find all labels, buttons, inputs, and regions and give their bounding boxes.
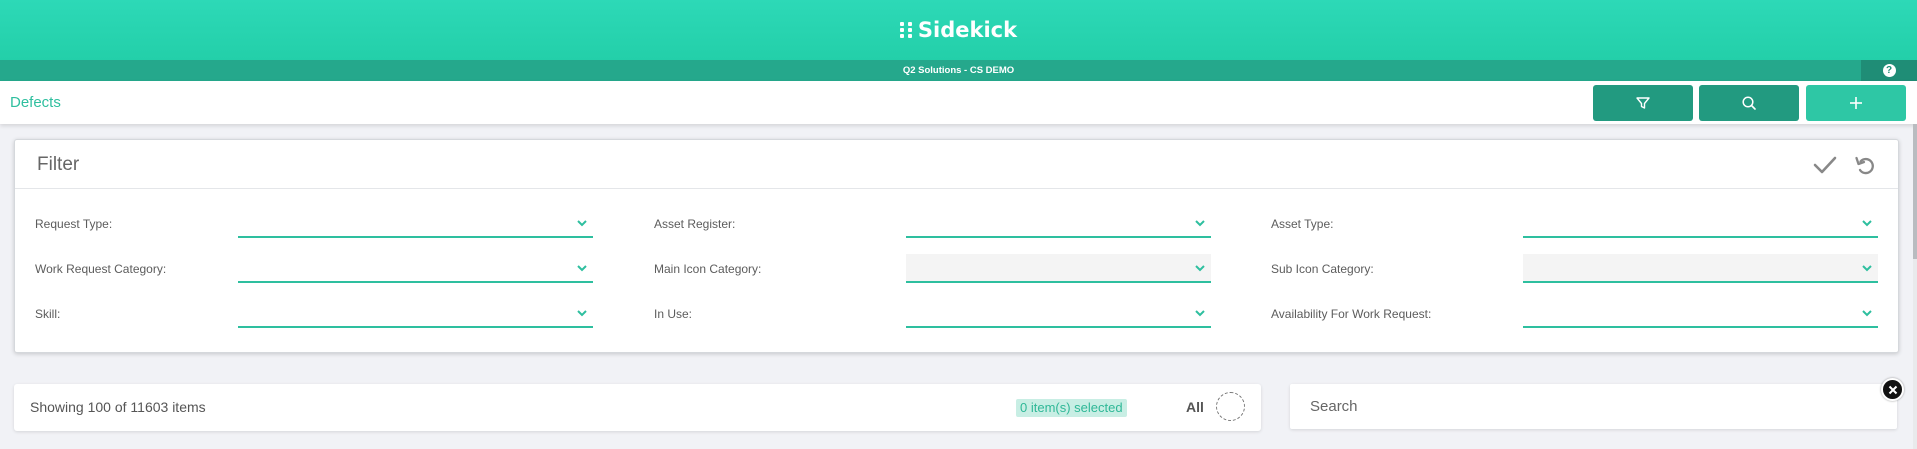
app-header: Sidekick (0, 0, 1917, 60)
availability-for-work-request-label: Availability For Work Request: (1271, 307, 1432, 321)
chevron-down-icon (577, 310, 587, 317)
item-count-text: Showing 100 of 11603 items (30, 399, 206, 415)
asset-register-label: Asset Register: (654, 217, 736, 231)
main-icon-category-label: Main Icon Category: (654, 262, 762, 276)
asset-type-label: Asset Type: (1271, 217, 1334, 231)
search-input[interactable] (1290, 384, 1897, 429)
close-search-button[interactable] (1881, 378, 1904, 401)
filter-header: Filter (15, 140, 1898, 189)
work-request-category-select[interactable] (238, 254, 593, 283)
chevron-down-icon (1195, 220, 1205, 227)
chevron-down-icon (1862, 310, 1872, 317)
work-request-category-label: Work Request Category: (35, 262, 167, 276)
chevron-down-icon (577, 220, 587, 227)
selected-count-badge: 0 item(s) selected (1016, 399, 1127, 417)
request-type-label: Request Type: (35, 217, 113, 231)
close-icon (1888, 385, 1897, 394)
select-all-toggle[interactable] (1216, 392, 1245, 421)
filter-icon (1636, 97, 1650, 109)
asset-register-select[interactable] (906, 209, 1211, 238)
skill-label: Skill: (35, 307, 61, 321)
help-button[interactable]: ? (1861, 60, 1917, 81)
page-toolbar: Defects (0, 81, 1917, 124)
check-icon (1813, 156, 1837, 174)
help-icon: ? (1882, 64, 1896, 77)
logo-dots-icon (899, 22, 913, 38)
scrollbar-thumb[interactable] (1913, 124, 1917, 259)
environment-bar: Q2 Solutions - CS DEMO ? (0, 60, 1917, 81)
request-type-select[interactable] (238, 209, 593, 238)
chevron-down-icon (1195, 310, 1205, 317)
filter-toggle-button[interactable] (1593, 85, 1693, 121)
main-icon-category-select[interactable] (906, 254, 1211, 283)
reset-filter-button[interactable] (1852, 153, 1878, 177)
search-icon (1742, 96, 1756, 110)
environment-name: Q2 Solutions - CS DEMO (902, 65, 1015, 76)
undo-icon (1855, 156, 1874, 175)
filter-panel: Filter Request Type: Asset Register: Ass… (14, 139, 1899, 353)
app-logo[interactable]: Sidekick (899, 18, 1018, 42)
chevron-down-icon (1195, 265, 1205, 272)
chevron-down-icon (1862, 220, 1872, 227)
sub-icon-category-select[interactable] (1523, 254, 1878, 283)
app-name: Sidekick (917, 18, 1018, 42)
asset-type-select[interactable] (1523, 209, 1878, 238)
select-all-label: All (1186, 399, 1204, 415)
filter-title: Filter (37, 154, 80, 175)
apply-filter-button[interactable] (1812, 153, 1838, 177)
breadcrumb-defects[interactable]: Defects (10, 94, 61, 111)
chevron-down-icon (577, 265, 587, 272)
search-box (1290, 384, 1897, 429)
sub-icon-category-label: Sub Icon Category: (1271, 262, 1374, 276)
in-use-select[interactable] (906, 299, 1211, 328)
add-defect-button[interactable] (1806, 85, 1906, 121)
availability-for-work-request-select[interactable] (1523, 299, 1878, 328)
list-summary-bar: Showing 100 of 11603 items 0 item(s) sel… (14, 384, 1261, 431)
search-toggle-button[interactable] (1699, 85, 1799, 121)
in-use-label: In Use: (654, 307, 693, 321)
plus-icon (1850, 97, 1862, 109)
skill-select[interactable] (238, 299, 593, 328)
chevron-down-icon (1862, 265, 1872, 272)
page-scrollbar[interactable] (1913, 124, 1917, 449)
